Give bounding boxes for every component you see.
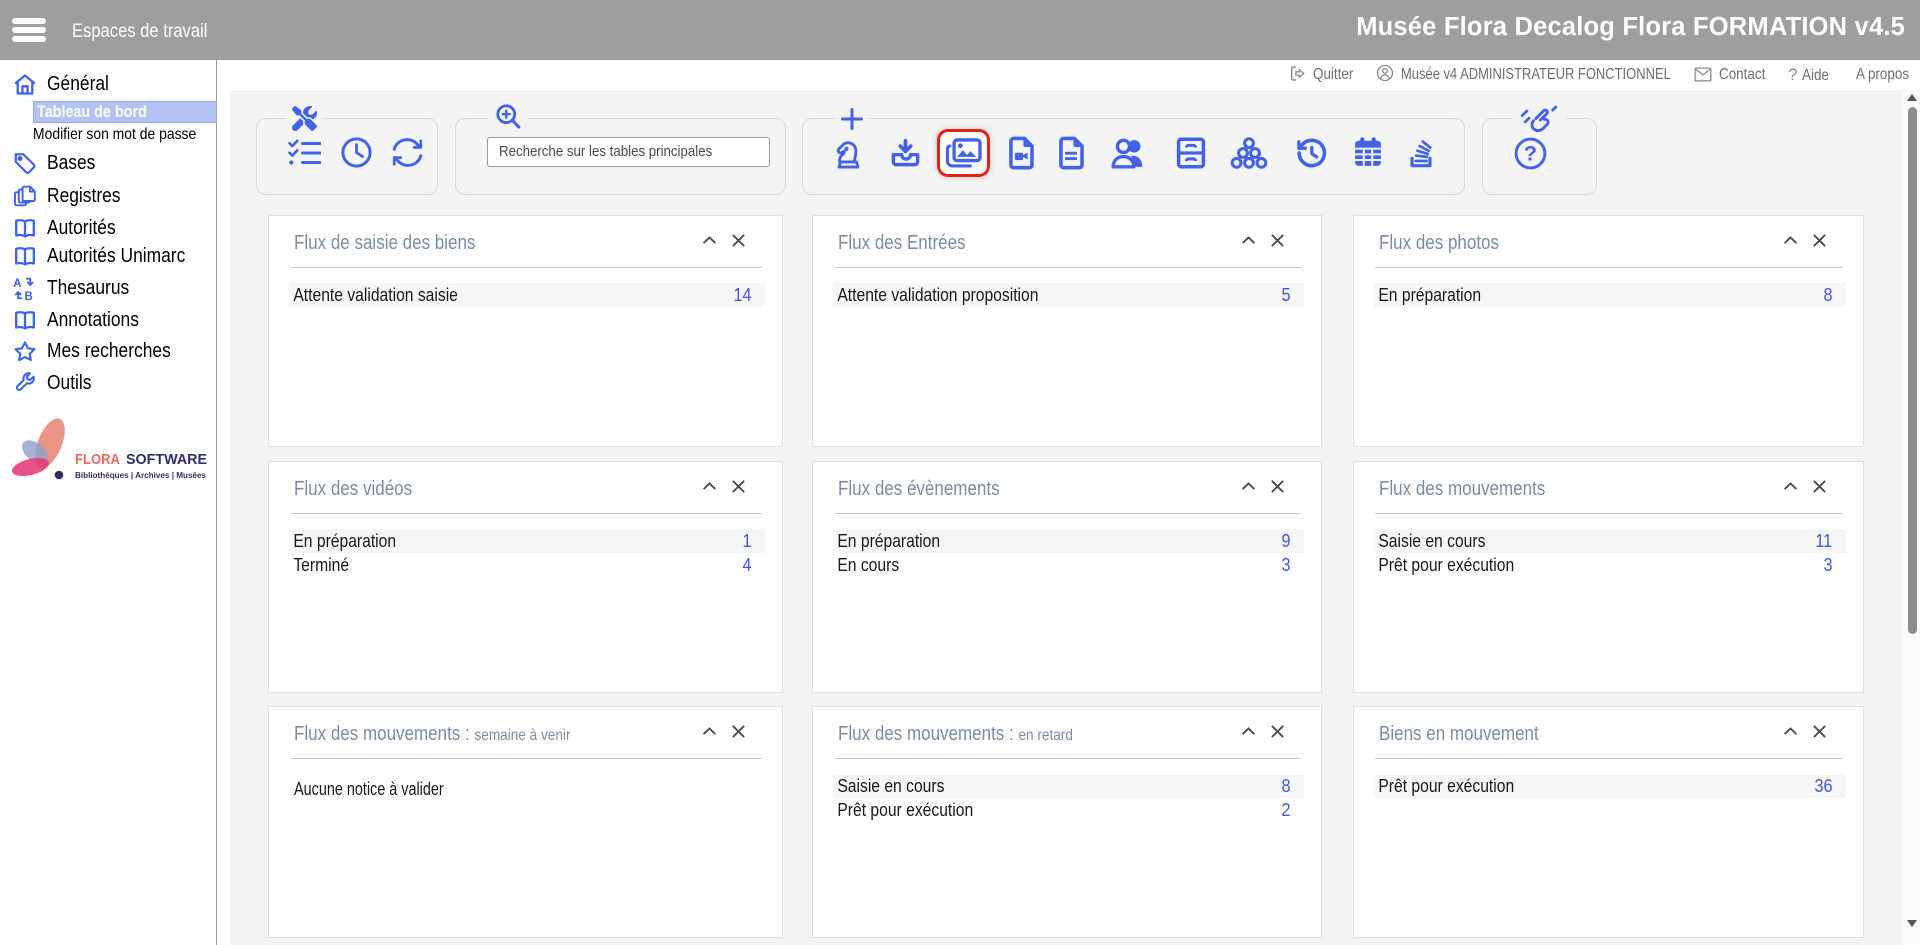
svg-text:A: A xyxy=(13,278,21,290)
svg-text:FLORA: FLORA xyxy=(75,451,120,468)
svg-text:B: B xyxy=(25,291,33,301)
svg-text:SOFTWARE: SOFTWARE xyxy=(126,451,207,468)
svg-text:?: ? xyxy=(1524,141,1537,165)
svg-text:Bibliothèques | Archives | Mus: Bibliothèques | Archives | Musées xyxy=(75,470,206,480)
